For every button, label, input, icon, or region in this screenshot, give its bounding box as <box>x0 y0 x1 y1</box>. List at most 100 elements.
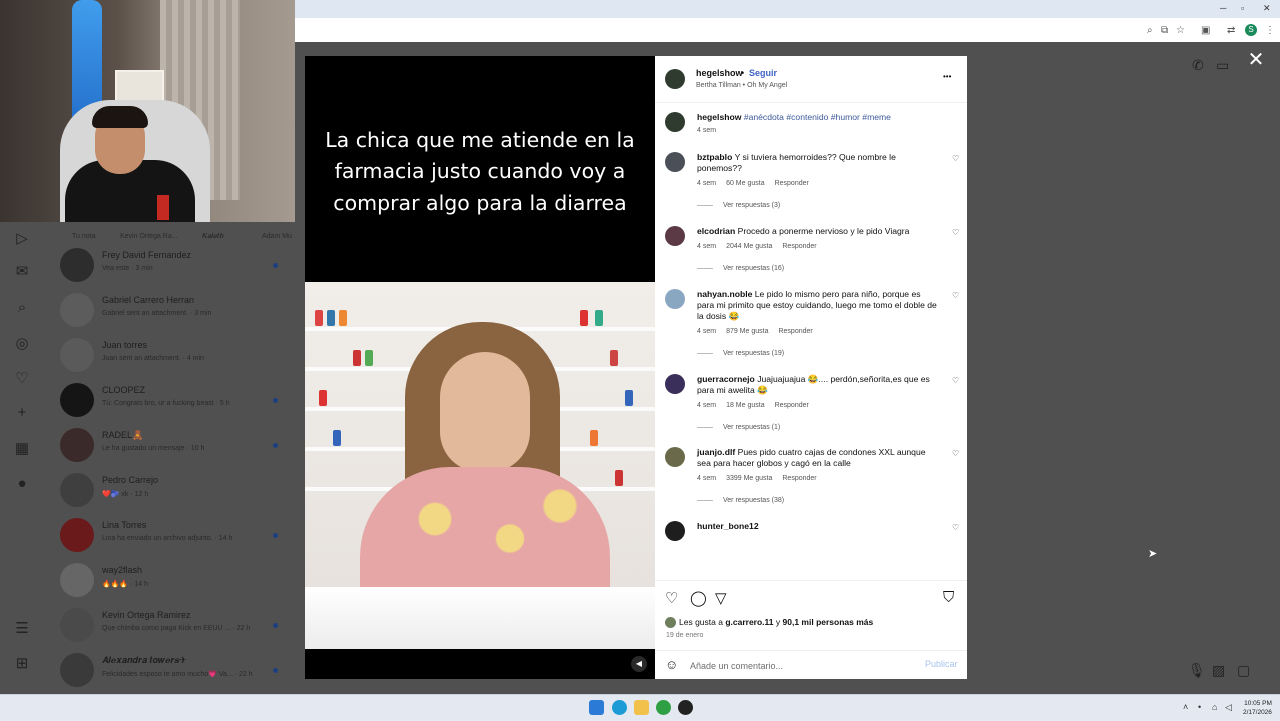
audio-track[interactable]: Bertha Tillman • Oh My Angel <box>696 82 787 89</box>
video-call-icon[interactable]: ▭ <box>1216 57 1229 74</box>
notifications-heart-icon[interactable]: ♡ <box>12 369 32 389</box>
share-send-icon[interactable]: ▽ <box>715 589 727 607</box>
like-heart-icon[interactable]: ♡ <box>665 589 678 607</box>
reply-button[interactable]: Responder <box>782 475 816 482</box>
start-windows-icon[interactable] <box>589 700 604 715</box>
view-replies-button[interactable]: Ver respuestas (16) <box>697 265 784 272</box>
reels-icon[interactable]: ▷ <box>12 229 32 249</box>
comment-likes[interactable]: 879 Me gusta <box>726 328 768 335</box>
liker-username[interactable]: g.carrero.11 <box>725 617 773 627</box>
conversation-item[interactable]: Frey David Fernandez Vea este · 3 min <box>58 245 288 287</box>
tray-chevron-icon[interactable]: ˄ <box>1183 702 1188 712</box>
browser-menu-icon[interactable]: ⋮ <box>1265 25 1275 36</box>
comment-likes[interactable]: 60 Me gusta <box>726 180 765 187</box>
avatar[interactable] <box>665 112 685 132</box>
close-icon[interactable]: ✕ <box>1246 50 1266 70</box>
tray-mic-icon[interactable]: • <box>1198 702 1201 712</box>
author-username[interactable]: hegelshow <box>696 68 743 78</box>
edge-icon[interactable] <box>612 700 627 715</box>
like-heart-icon[interactable]: ♡ <box>952 523 959 532</box>
avatar[interactable] <box>665 447 685 467</box>
comment-bubble-icon[interactable]: ◯ <box>690 589 707 607</box>
comment-username[interactable]: juanjo.dlf <box>697 447 735 457</box>
extension-icon[interactable]: ⇄ <box>1227 25 1235 36</box>
avatar[interactable] <box>665 374 685 394</box>
likes-count[interactable]: 90,1 mil personas más <box>783 617 874 627</box>
reply-button[interactable]: Responder <box>778 328 812 335</box>
dashboard-icon[interactable]: ▦ <box>12 439 32 459</box>
messages-icon[interactable]: ✉ <box>12 262 32 282</box>
comment-username[interactable]: bztpablo <box>697 152 732 162</box>
mute-icon[interactable]: ◀ <box>631 656 647 672</box>
app-icon[interactable] <box>678 700 693 715</box>
maximize-button[interactable]: ▫ <box>1241 3 1244 13</box>
microphone-icon[interactable]: 🎙 <box>1188 662 1206 679</box>
view-replies-button[interactable]: Ver respuestas (1) <box>697 424 780 431</box>
search-icon[interactable]: ⌕ <box>12 298 32 318</box>
like-heart-icon[interactable]: ♡ <box>952 449 959 458</box>
profile-icon[interactable]: ● <box>12 474 32 494</box>
reply-button[interactable]: Responder <box>775 180 809 187</box>
reply-button[interactable]: Responder <box>775 402 809 409</box>
comment-likes[interactable]: 3399 Me gusta <box>726 475 772 482</box>
taskbar-clock[interactable]: 10:05 PM 2/17/2026 <box>1243 699 1272 717</box>
explore-icon[interactable]: ◎ <box>12 334 32 354</box>
emoji-icon[interactable]: ☺ <box>665 657 678 672</box>
bookmark-star-icon[interactable]: ☆ <box>1176 25 1185 36</box>
view-replies-button[interactable]: Ver respuestas (3) <box>697 202 780 209</box>
like-heart-icon[interactable]: ♡ <box>952 291 959 300</box>
sticker-icon[interactable]: ▢ <box>1237 662 1250 679</box>
network-icon[interactable]: ⌂ <box>1212 702 1217 712</box>
conversation-item[interactable]: Kevin Ortega Ramirez Que chimba como paga… <box>58 605 288 647</box>
comment-username[interactable]: hunter_bone12 <box>697 521 759 531</box>
phone-call-icon[interactable]: ✆ <box>1192 57 1204 74</box>
conversation-item[interactable]: RADEL🧸 Le ha gustado un mensaje · 10 h <box>58 425 288 467</box>
create-plus-icon[interactable]: + <box>12 403 32 423</box>
avatar[interactable] <box>665 226 685 246</box>
avatar[interactable] <box>665 521 685 541</box>
comment-username[interactable]: guerracornejo <box>697 374 755 384</box>
more-menu-icon[interactable]: ☰ <box>12 619 32 639</box>
sidebar-icon[interactable]: ▣ <box>1201 25 1210 36</box>
author-avatar[interactable] <box>665 69 685 89</box>
follow-button[interactable]: Seguir <box>749 68 777 78</box>
volume-icon[interactable]: ◁ <box>1225 702 1232 713</box>
comment-username[interactable]: elcodrian <box>697 226 735 236</box>
zoom-icon[interactable]: ⌕ <box>1147 25 1153 36</box>
cast-icon[interactable]: ⧉ <box>1161 25 1168 36</box>
save-bookmark-icon[interactable]: ⛉ <box>943 589 954 606</box>
reply-button[interactable]: Responder <box>782 243 816 250</box>
likes-summary[interactable]: Les gusta a g.carrero.11 y 90,1 mil pers… <box>665 617 874 629</box>
comment-likes[interactable]: 18 Me gusta <box>726 402 765 409</box>
shelf-product <box>615 470 623 486</box>
chrome-icon[interactable] <box>656 700 671 715</box>
file-explorer-icon[interactable] <box>634 700 649 715</box>
more-options-icon[interactable]: ••• <box>943 72 951 81</box>
comment-username[interactable]: hegelshow <box>697 112 741 122</box>
view-replies-button[interactable]: Ver respuestas (19) <box>697 350 784 357</box>
like-heart-icon[interactable]: ♡ <box>952 228 959 237</box>
comment-username[interactable]: nahyan.noble <box>697 289 752 299</box>
conversation-item[interactable]: Pedro Carrejo ❤️🫐 xk · 12 h <box>58 470 288 512</box>
publish-button[interactable]: Publicar <box>925 659 958 669</box>
conversation-item[interactable]: Gabriel Carrero Herran Gabriel sent an at… <box>58 290 288 332</box>
window-close-button[interactable]: ✕ <box>1263 3 1271 14</box>
image-upload-icon[interactable]: ▨ <box>1212 662 1225 679</box>
comment-input[interactable] <box>688 658 912 674</box>
like-heart-icon[interactable]: ♡ <box>952 376 959 385</box>
avatar[interactable] <box>665 152 685 172</box>
comment-likes[interactable]: 2044 Me gusta <box>726 243 772 250</box>
post-video[interactable]: La chica que me atiende en la farmacia j… <box>305 56 655 679</box>
conversation-item[interactable]: way2flash 🔥🔥🔥 · 14 h <box>58 560 288 602</box>
conversation-item[interactable]: 𝑨𝒍𝒆𝒙𝒂𝒏𝒅𝒓𝒂 𝒕𝒐𝒘𝒆𝒓𝒔✈ Felicidades esposo te a… <box>58 650 288 692</box>
also-from-meta-icon[interactable]: ⊞ <box>12 654 32 674</box>
conversation-item[interactable]: Lina Torres Lina ha enviado un archivo ad… <box>58 515 288 557</box>
minimize-button[interactable]: ─ <box>1220 3 1226 13</box>
caption-hashtags[interactable]: #anécdota #contenido #humor #meme <box>744 112 891 122</box>
profile-avatar[interactable]: S <box>1245 24 1257 36</box>
conversation-item[interactable]: Juan torres Juan sent an attachment. · 4 … <box>58 335 288 377</box>
view-replies-button[interactable]: Ver respuestas (38) <box>697 497 784 504</box>
conversation-item[interactable]: CLOOPEZ Tú: Congrats bro, ur a fucking be… <box>58 380 288 422</box>
like-heart-icon[interactable]: ♡ <box>952 154 959 163</box>
avatar[interactable] <box>665 289 685 309</box>
